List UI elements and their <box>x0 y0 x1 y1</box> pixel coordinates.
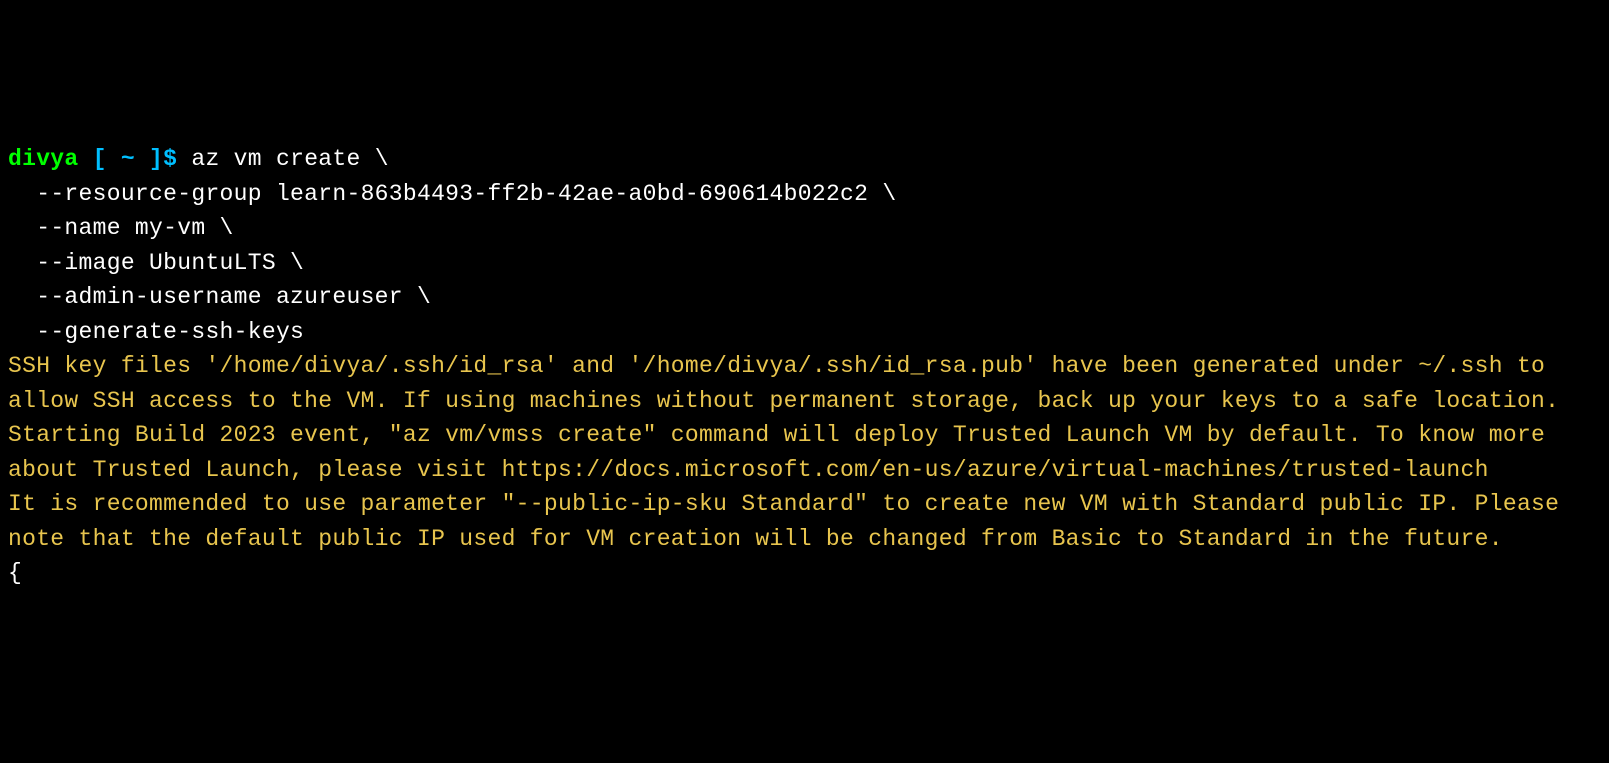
command-line-5: --admin-username azureuser \ <box>8 284 431 310</box>
prompt-line: divya [ ~ ]$ az vm create \ <box>8 146 389 172</box>
terminal[interactable]: divya [ ~ ]$ az vm create \ --resource-g… <box>8 142 1601 591</box>
command-line-4: --image UbuntuLTS \ <box>8 250 304 276</box>
output-trusted-launch: Starting Build 2023 event, "az vm/vmss c… <box>8 422 1559 483</box>
prompt-dollar: $ <box>163 146 191 172</box>
prompt-path: ~ <box>121 146 135 172</box>
command-line-6: --generate-ssh-keys <box>8 319 304 345</box>
command-line-1: az vm create \ <box>191 146 388 172</box>
prompt-right-bracket: ] <box>135 146 163 172</box>
command-line-2: --resource-group learn-863b4493-ff2b-42a… <box>8 181 896 207</box>
prompt-user: divya <box>8 146 79 172</box>
prompt-left-bracket: [ <box>79 146 121 172</box>
output-ip-sku: It is recommended to use parameter "--pu… <box>8 491 1573 552</box>
output-json-start: { <box>8 560 22 586</box>
output-ssh-keygen: SSH key files '/home/divya/.ssh/id_rsa' … <box>8 353 1559 414</box>
command-line-3: --name my-vm \ <box>8 215 234 241</box>
